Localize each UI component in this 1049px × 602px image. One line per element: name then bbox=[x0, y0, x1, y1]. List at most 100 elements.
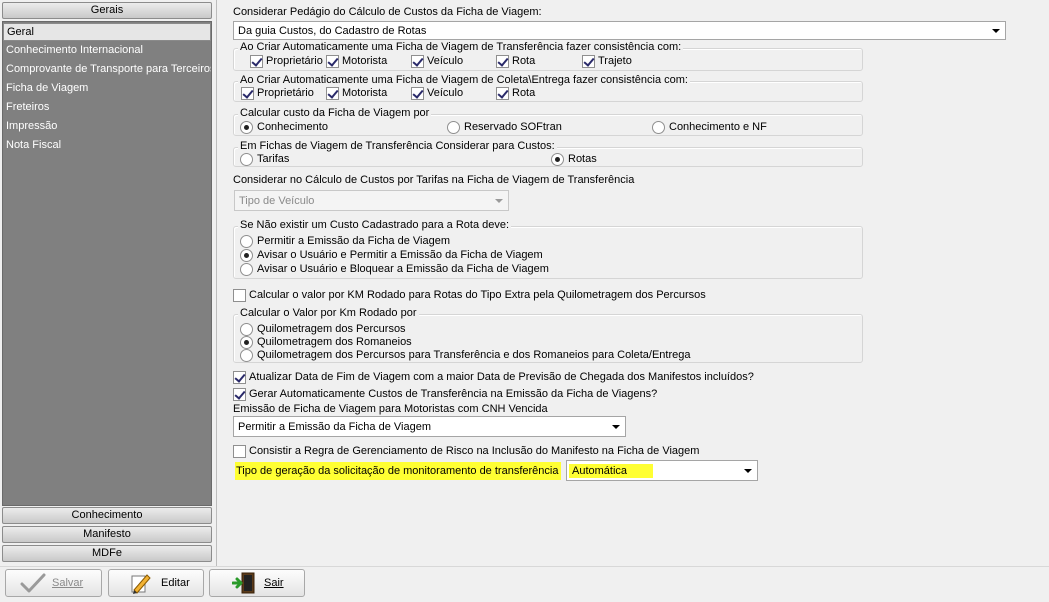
coleta-veiculo-checkbox[interactable]: Veículo bbox=[411, 86, 463, 100]
nav-item-freteiros[interactable]: Freteiros bbox=[3, 98, 211, 117]
checkbox-icon bbox=[411, 54, 424, 68]
checkbox-label: Atualizar Data de Fim de Viagem com a ma… bbox=[249, 371, 754, 383]
coleta-rota-checkbox[interactable]: Rota bbox=[496, 86, 535, 100]
gerar-custos-checkbox[interactable]: Gerar Automaticamente Custos de Transfer… bbox=[233, 387, 657, 401]
radio-icon bbox=[551, 152, 564, 166]
checkbox-label: Motorista bbox=[342, 55, 388, 67]
radio-label: Quilometragem dos Romaneios bbox=[257, 336, 412, 348]
checkbox-icon bbox=[233, 444, 246, 458]
nav-header-conhecimento[interactable]: Conhecimento bbox=[2, 507, 212, 524]
checkbox-icon bbox=[326, 54, 339, 68]
save-button-label: Salvar bbox=[52, 577, 84, 589]
radio-label: Avisar o Usuário e Permitir a Emissão da… bbox=[257, 249, 543, 261]
checkbox-label: Motorista bbox=[342, 87, 388, 99]
radio-icon bbox=[240, 262, 253, 276]
km-extra-checkbox[interactable]: Calcular o valor por KM Rodado para Rota… bbox=[233, 288, 706, 302]
nav-item-conhecimento-internacional[interactable]: Conhecimento Internacional bbox=[3, 41, 211, 60]
custos-rotas-radio[interactable]: Rotas bbox=[551, 152, 597, 166]
radio-label: Tarifas bbox=[257, 153, 290, 165]
nav-item-nota-fiscal[interactable]: Nota Fiscal bbox=[3, 136, 211, 155]
sem-custo-permitir-radio[interactable]: Permitir a Emissão da Ficha de Viagem bbox=[240, 234, 450, 248]
checkbox-label: Calcular o valor por KM Rodado para Rota… bbox=[249, 289, 706, 301]
nav-header-mdfe[interactable]: MDFe bbox=[2, 545, 212, 562]
radio-label: Reservado SOFtran bbox=[464, 121, 562, 133]
checkbox-label: Consistir a Regra de Gerenciamento de Ri… bbox=[249, 445, 700, 457]
monitoramento-select-value: Automática bbox=[569, 463, 654, 478]
exit-button-label: Sair bbox=[264, 577, 284, 589]
checkbox-icon bbox=[496, 54, 509, 68]
nav-item-ficha-viagem[interactable]: Ficha de Viagem bbox=[3, 79, 211, 98]
calcular-custo-title: Calcular custo da Ficha de Viagem por bbox=[238, 107, 432, 119]
checkbox-icon bbox=[241, 86, 254, 100]
coleta-consistencia-title: Ao Criar Automaticamente uma Ficha de Vi… bbox=[238, 74, 690, 86]
transferencia-custos-title: Em Fichas de Viagem de Transferência Con… bbox=[238, 140, 557, 152]
radio-icon bbox=[652, 120, 665, 134]
km-percursos-romaneios-radio[interactable]: Quilometragem dos Percursos para Transfe… bbox=[240, 348, 691, 362]
km-romaneios-radio[interactable]: Quilometragem dos Romaneios bbox=[240, 335, 412, 349]
radio-label: Conhecimento bbox=[257, 121, 328, 133]
valor-km-title: Calcular o Valor por Km Rodado por bbox=[238, 307, 419, 319]
nav-items-list: Geral Conhecimento Internacional Comprov… bbox=[2, 21, 212, 506]
cnh-select[interactable]: Permitir a Emissão da Ficha de Viagem bbox=[233, 416, 626, 437]
trans-veiculo-checkbox[interactable]: Veículo bbox=[411, 54, 463, 68]
custo-conhecimento-nf-radio[interactable]: Conhecimento e NF bbox=[652, 120, 767, 134]
checkbox-icon bbox=[250, 54, 263, 68]
checkbox-icon bbox=[582, 54, 595, 68]
pedagio-select[interactable]: Da guia Custos, do Cadastro de Rotas bbox=[233, 21, 1006, 40]
exit-button[interactable]: Sair bbox=[209, 569, 305, 597]
transferencia-custos-group: Em Fichas de Viagem de Transferência Con… bbox=[233, 140, 863, 167]
chevron-down-icon bbox=[612, 424, 620, 429]
checkbox-icon bbox=[496, 86, 509, 100]
edit-button[interactable]: Editar bbox=[108, 569, 204, 597]
km-percursos-radio[interactable]: Quilometragem dos Percursos bbox=[240, 322, 406, 336]
monitoramento-select[interactable]: Automática bbox=[566, 460, 758, 481]
checkbox-icon bbox=[233, 387, 246, 401]
checkbox-icon bbox=[411, 86, 424, 100]
pedagio-select-value: Da guia Custos, do Cadastro de Rotas bbox=[238, 24, 427, 37]
radio-label: Permitir a Emissão da Ficha de Viagem bbox=[257, 235, 450, 247]
sem-custo-title: Se Não existir um Custo Cadastrado para … bbox=[238, 219, 512, 231]
radio-icon bbox=[447, 120, 460, 134]
custo-conhecimento-radio[interactable]: Conhecimento bbox=[240, 120, 328, 134]
radio-label: Quilometragem dos Percursos bbox=[257, 323, 406, 335]
radio-label: Quilometragem dos Percursos para Transfe… bbox=[257, 349, 691, 361]
radio-icon bbox=[240, 248, 253, 262]
sem-custo-avisar-bloquear-radio[interactable]: Avisar o Usuário e Bloquear a Emissão da… bbox=[240, 262, 549, 276]
coleta-motorista-checkbox[interactable]: Motorista bbox=[326, 86, 387, 100]
trans-trajeto-checkbox[interactable]: Trajeto bbox=[582, 54, 632, 68]
coleta-proprietario-checkbox[interactable]: Proprietário bbox=[241, 86, 314, 100]
checkbox-label: Rota bbox=[512, 87, 536, 99]
nav-item-geral[interactable]: Geral bbox=[3, 23, 211, 41]
tarifas-label: Considerar no Cálculo de Custos por Tari… bbox=[233, 174, 635, 186]
custo-reservado-radio[interactable]: Reservado SOFtran bbox=[447, 120, 562, 134]
save-button[interactable]: Salvar bbox=[5, 569, 102, 597]
radio-icon bbox=[240, 335, 253, 349]
nav-item-impressao[interactable]: Impressão bbox=[3, 117, 211, 136]
chevron-down-icon bbox=[744, 468, 752, 473]
bottom-toolbar: Salvar Editar Sair bbox=[0, 566, 1049, 602]
radio-icon bbox=[240, 234, 253, 248]
custos-tarifas-radio[interactable]: Tarifas bbox=[240, 152, 289, 166]
tipo-veiculo-select-value: Tipo de Veículo bbox=[239, 194, 315, 207]
trans-rota-checkbox[interactable]: Rota bbox=[496, 54, 535, 68]
checkbox-icon bbox=[233, 370, 246, 384]
checkbox-icon bbox=[326, 86, 339, 100]
pencil-paper-icon bbox=[129, 572, 155, 594]
exit-door-icon bbox=[231, 572, 258, 594]
checkbox-icon bbox=[233, 288, 246, 302]
tipo-veiculo-select[interactable]: Tipo de Veículo bbox=[234, 190, 509, 211]
nav-item-comprovante-transporte[interactable]: Comprovante de Transporte para Terceiros bbox=[3, 60, 211, 79]
nav-header-gerais[interactable]: Gerais bbox=[2, 2, 212, 19]
panel-splitter[interactable] bbox=[216, 0, 217, 566]
chevron-down-icon bbox=[495, 198, 503, 203]
trans-proprietario-checkbox[interactable]: Proprietário bbox=[250, 54, 323, 68]
risco-checkbox[interactable]: Consistir a Regra de Gerenciamento de Ri… bbox=[233, 444, 699, 458]
sem-custo-avisar-permitir-radio[interactable]: Avisar o Usuário e Permitir a Emissão da… bbox=[240, 248, 543, 262]
trans-motorista-checkbox[interactable]: Motorista bbox=[326, 54, 387, 68]
checkbox-label: Proprietário bbox=[266, 55, 323, 67]
atualizar-data-checkbox[interactable]: Atualizar Data de Fim de Viagem com a ma… bbox=[233, 370, 754, 384]
radio-icon bbox=[240, 152, 253, 166]
nav-header-manifesto[interactable]: Manifesto bbox=[2, 526, 212, 543]
radio-label: Rotas bbox=[568, 153, 597, 165]
monitoramento-label: Tipo de geração da solicitação de monito… bbox=[235, 462, 562, 480]
